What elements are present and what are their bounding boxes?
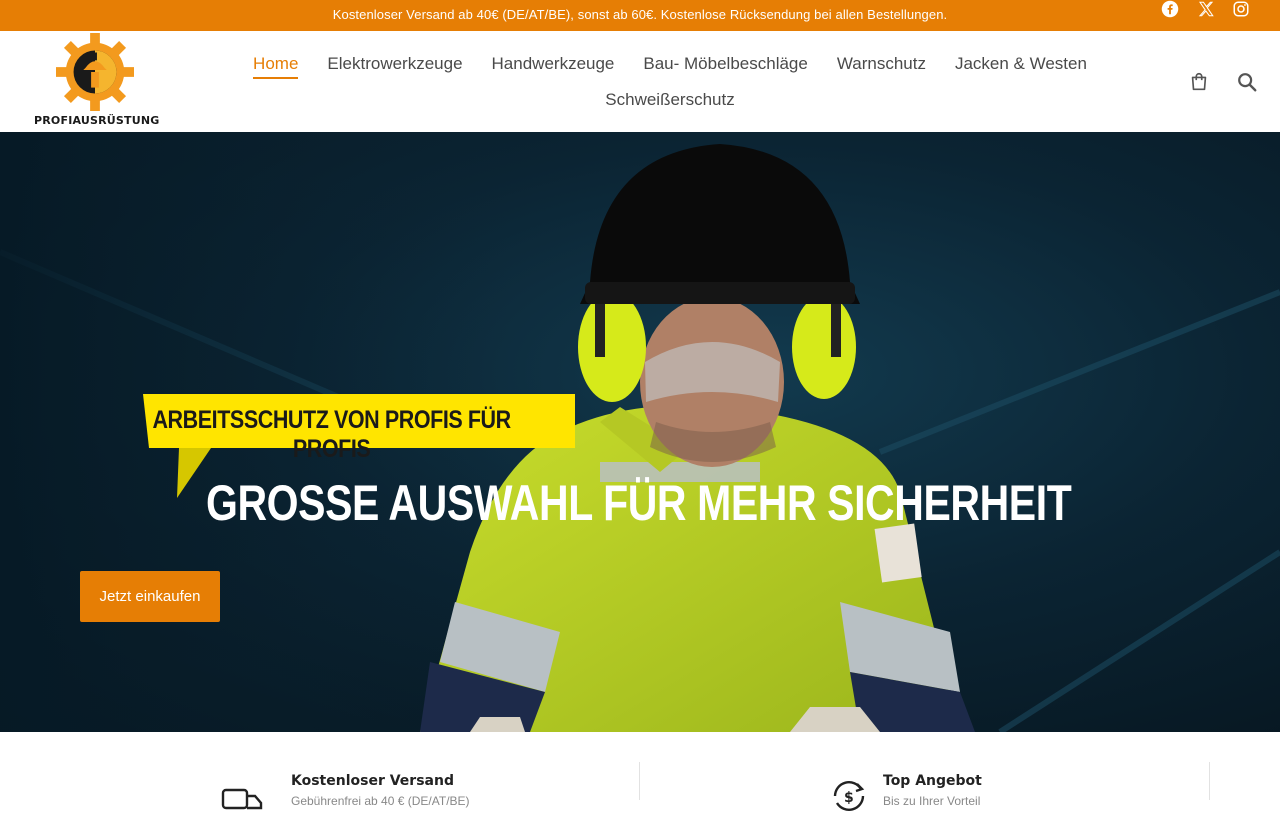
svg-text:$: $	[844, 790, 854, 806]
announcement-text: Kostenloser Versand ab 40€ (DE/AT/BE), s…	[332, 7, 948, 22]
feature-title: Top Angebot	[883, 773, 982, 789]
nav-item-elektrowerkzeuge[interactable]: Elektrowerkzeuge	[327, 53, 462, 79]
delivery-truck-icon	[221, 788, 263, 810]
features-strip: Kostenloser Versand Gebührenfrei ab 40 €…	[0, 732, 1280, 811]
nav-item-handwerkzeuge[interactable]: Handwerkzeuge	[492, 53, 615, 79]
feature-subtitle: Gebührenfrei ab 40 € (DE/AT/BE)	[291, 794, 470, 808]
x-icon[interactable]	[1197, 0, 1215, 18]
gear-helmet-icon	[56, 33, 134, 111]
announcement-bar: Kostenloser Versand ab 40€ (DE/AT/BE), s…	[0, 0, 1280, 31]
feature-divider	[1209, 762, 1210, 800]
brand-logo[interactable]: PROFIAUSRÜSTUNG	[34, 33, 160, 129]
feature-divider	[639, 762, 640, 800]
main-navigation: Home Elektrowerkzeuge Handwerkzeuge Bau-…	[240, 53, 1100, 115]
hero-headline: GROSSE AUSWAHL FÜR MEHR SICHERHEIT	[206, 475, 1072, 531]
feature-title: Kostenloser Versand	[291, 773, 454, 789]
hero-banner: ARBEITSSCHUTZ VON PROFIS FÜR PROFIS GROS…	[0, 132, 1280, 732]
nav-item-jacken-westen[interactable]: Jacken & Westen	[955, 53, 1087, 79]
nav-item-home[interactable]: Home	[253, 53, 299, 79]
search-icon[interactable]	[1236, 71, 1258, 93]
shop-now-button[interactable]: Jetzt einkaufen	[80, 571, 220, 622]
brand-name: PROFIAUSRÜSTUNG	[34, 114, 160, 127]
nav-item-schweisserschutz[interactable]: Schweißerschutz	[605, 89, 734, 115]
cart-icon[interactable]	[1188, 71, 1210, 93]
feature-subtitle: Bis zu Ihrer Vorteil	[883, 794, 981, 808]
hero-ribbon-text: ARBEITSSCHUTZ VON PROFIS FÜR PROFIS	[152, 406, 511, 463]
facebook-icon[interactable]	[1161, 0, 1179, 18]
nav-item-warnschutz[interactable]: Warnschutz	[837, 53, 926, 79]
hero-ribbon: ARBEITSSCHUTZ VON PROFIS FÜR PROFIS	[143, 394, 575, 498]
nav-item-bau-moebelbeschlaege[interactable]: Bau- Möbelbeschläge	[643, 53, 807, 79]
money-cycle-icon: $	[833, 781, 865, 811]
instagram-icon[interactable]	[1232, 0, 1250, 18]
site-header: PROFIAUSRÜSTUNG Home Elektrowerkzeuge Ha…	[0, 31, 1280, 133]
